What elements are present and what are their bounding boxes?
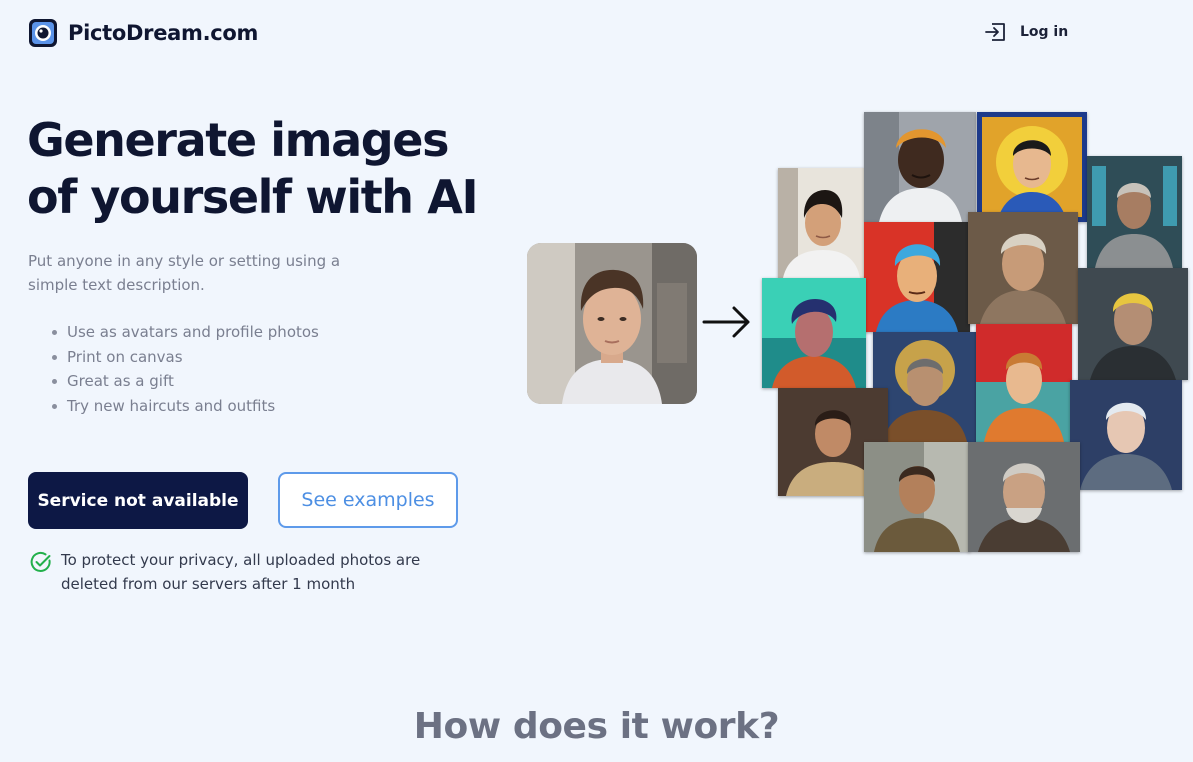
source-portrait-photo — [527, 243, 697, 404]
generated-image — [968, 442, 1080, 552]
hero-title: Generate images of yourself with AI — [27, 112, 497, 226]
how-it-works-heading: How does it work? — [413, 706, 780, 747]
generated-image — [778, 168, 864, 278]
privacy-note: To protect your privacy, all uploaded ph… — [30, 548, 441, 596]
arrow-right-icon — [702, 306, 750, 338]
camera-lens-icon — [29, 19, 57, 47]
privacy-text: To protect your privacy, all uploaded ph… — [61, 551, 421, 593]
see-examples-button[interactable]: See examples — [278, 472, 458, 528]
generated-image — [864, 112, 976, 222]
generated-image — [1070, 380, 1182, 490]
check-circle-icon — [30, 551, 51, 572]
feature-item: Try new haircuts and outfits — [52, 394, 319, 419]
generated-image — [762, 278, 866, 388]
generated-image — [873, 332, 977, 442]
generated-image — [968, 212, 1078, 324]
generated-image — [864, 442, 970, 552]
generated-image — [977, 112, 1087, 222]
hero-title-line1: Generate images — [27, 113, 449, 167]
login-label: Log in — [1020, 24, 1069, 40]
feature-item: Great as a gift — [52, 369, 319, 394]
feature-item: Use as avatars and profile photos — [52, 320, 319, 345]
service-unavailable-button[interactable]: Service not available — [28, 472, 248, 529]
generated-image — [976, 324, 1072, 442]
generated-image — [1078, 268, 1188, 380]
generated-image — [864, 222, 970, 332]
hero-subtitle: Put anyone in any style or setting using… — [28, 252, 341, 294]
feature-item: Print on canvas — [52, 345, 319, 370]
brand-name: PictoDream.com — [68, 21, 259, 45]
login-link[interactable]: Log in — [983, 20, 1068, 44]
hero-title-line2: of yourself with AI — [27, 170, 479, 224]
feature-list: Use as avatars and profile photos Print … — [52, 320, 319, 419]
brand-logo[interactable]: PictoDream.com — [28, 18, 258, 48]
login-arrow-icon — [985, 23, 1005, 41]
generated-image — [1087, 156, 1182, 268]
